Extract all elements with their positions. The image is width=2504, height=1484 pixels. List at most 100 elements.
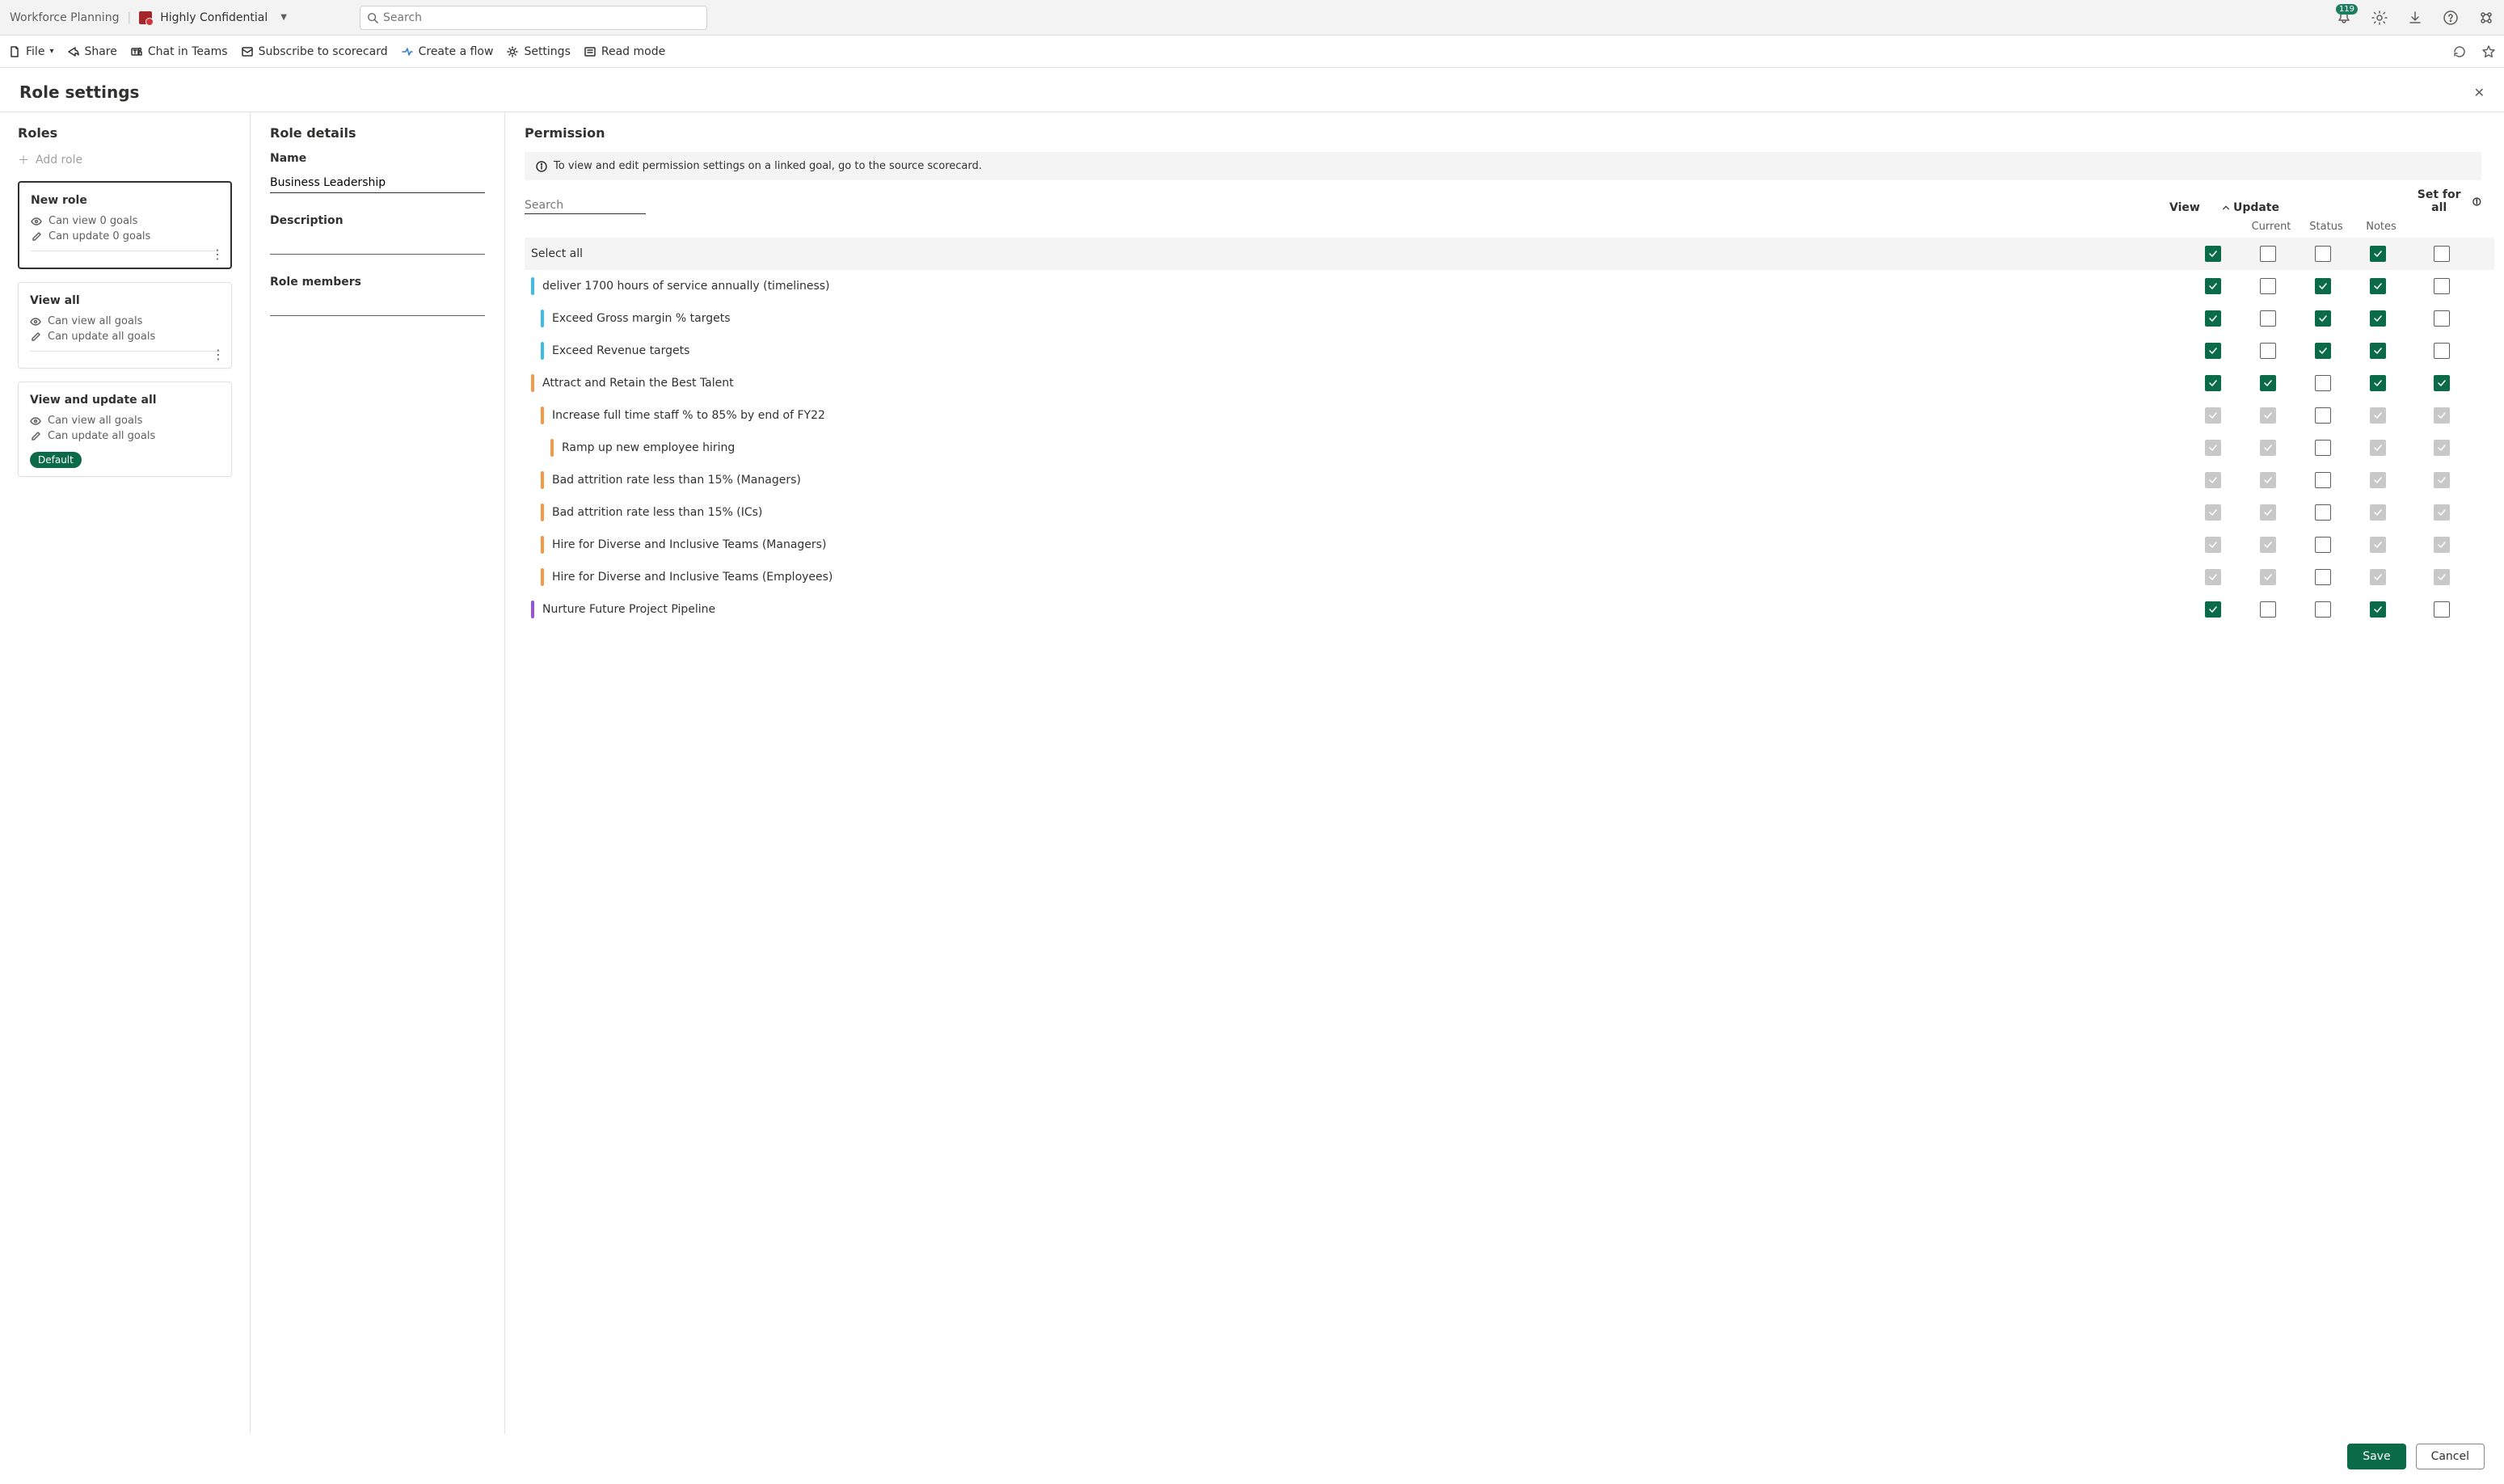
checkbox[interactable]: [2315, 246, 2331, 262]
checkbox[interactable]: [2205, 601, 2221, 618]
chevron-down-icon: ▾: [49, 47, 53, 56]
role-card[interactable]: View all Can view all goals Can update a…: [18, 282, 232, 369]
star-icon[interactable]: [2481, 44, 2496, 59]
checkbox[interactable]: [2370, 343, 2386, 359]
col-setall-header[interactable]: Set for all: [2409, 188, 2481, 214]
more-icon[interactable]: ⋮: [212, 348, 225, 361]
chevron-down-icon[interactable]: ▼: [280, 13, 287, 22]
info-icon: [536, 161, 547, 172]
role-card[interactable]: New role Can view 0 goals Can update 0 g…: [18, 181, 232, 269]
subscribe-button[interactable]: Subscribe to scorecard: [241, 45, 388, 58]
read-mode-button[interactable]: Read mode: [584, 45, 665, 58]
more-icon[interactable]: ⋮: [211, 248, 224, 261]
cancel-button[interactable]: Cancel: [2416, 1444, 2485, 1469]
name-label: Name: [270, 152, 485, 165]
notifications-icon[interactable]: 119: [2336, 10, 2352, 26]
checkbox[interactable]: [2205, 278, 2221, 294]
goal-list[interactable]: Select all deliver 1700 hours of service…: [525, 238, 2501, 1434]
checkbox[interactable]: [2315, 569, 2331, 585]
checkbox[interactable]: [2260, 375, 2276, 391]
role-members-input[interactable]: [270, 298, 485, 316]
checkbox-disabled: [2434, 472, 2450, 488]
checkbox-disabled: [2370, 504, 2386, 521]
checkbox[interactable]: [2434, 278, 2450, 294]
checkbox[interactable]: [2315, 504, 2331, 521]
classification-label[interactable]: Highly Confidential: [160, 11, 268, 24]
goal-text: Bad attrition rate less than 15% (Manage…: [552, 474, 2186, 487]
checkbox[interactable]: [2260, 278, 2276, 294]
checkbox[interactable]: [2315, 537, 2331, 553]
checkbox[interactable]: [2370, 310, 2386, 327]
panel-body: Roles ＋ Add role New role Can view 0 goa…: [0, 112, 2504, 1434]
checkbox[interactable]: [2260, 310, 2276, 327]
goal-row: Exceed Revenue targets: [525, 335, 2494, 367]
info-icon: [2472, 197, 2481, 206]
col-update-header[interactable]: Update: [2222, 201, 2279, 214]
help-icon[interactable]: [2443, 10, 2459, 26]
checkbox[interactable]: [2260, 246, 2276, 262]
col-view-header[interactable]: View: [2157, 201, 2212, 214]
settings-button[interactable]: Settings: [506, 45, 570, 58]
app-name: Workforce Planning: [10, 11, 119, 24]
checkbox[interactable]: [2205, 246, 2221, 262]
checkbox-disabled: [2434, 537, 2450, 553]
role-card-name: View all: [30, 294, 220, 307]
checkbox[interactable]: [2315, 375, 2331, 391]
checkbox[interactable]: [2315, 472, 2331, 488]
checkbox-disabled: [2205, 537, 2221, 553]
share-icon: [66, 45, 79, 58]
checkbox-disabled: [2370, 407, 2386, 424]
add-role-label: Add role: [36, 154, 82, 167]
checkbox[interactable]: [2370, 278, 2386, 294]
create-flow-button[interactable]: Create a flow: [401, 45, 494, 58]
checkbox[interactable]: [2434, 310, 2450, 327]
download-icon[interactable]: [2407, 10, 2423, 26]
search-input[interactable]: [383, 11, 700, 24]
search-box[interactable]: [360, 6, 707, 30]
chat-teams-button[interactable]: Chat in Teams: [130, 45, 228, 58]
checkbox[interactable]: [2370, 246, 2386, 262]
checkbox[interactable]: [2260, 343, 2276, 359]
permission-info-bar: To view and edit permission settings on …: [525, 152, 2481, 180]
goal-row: Increase full time staff % to 85% by end…: [525, 399, 2494, 432]
goal-text: Hire for Diverse and Inclusive Teams (Em…: [552, 571, 2186, 584]
plus-icon: ＋: [18, 152, 29, 168]
checkbox[interactable]: [2205, 375, 2221, 391]
checkbox[interactable]: [2370, 375, 2386, 391]
permission-search-input[interactable]: [525, 197, 646, 213]
checkbox[interactable]: [2434, 601, 2450, 618]
add-role-button[interactable]: ＋ Add role: [18, 152, 232, 168]
role-update-line: Can update all goals: [30, 331, 220, 343]
checkbox[interactable]: [2370, 601, 2386, 618]
goal-row: Attract and Retain the Best Talent: [525, 367, 2494, 399]
goal-color-bar: [531, 277, 534, 295]
checkbox[interactable]: [2315, 601, 2331, 618]
checkbox[interactable]: [2315, 278, 2331, 294]
checkbox[interactable]: [2434, 246, 2450, 262]
checkbox[interactable]: [2434, 343, 2450, 359]
role-view-line: Can view all goals: [30, 315, 220, 327]
checkbox[interactable]: [2315, 310, 2331, 327]
share-button[interactable]: Share: [66, 45, 116, 58]
close-button[interactable]: ✕: [2474, 85, 2485, 100]
checkbox[interactable]: [2205, 343, 2221, 359]
apps-icon[interactable]: [2478, 10, 2494, 26]
refresh-icon[interactable]: [2452, 44, 2467, 59]
role-card[interactable]: View and update all Can view all goals C…: [18, 382, 232, 477]
description-input[interactable]: [270, 237, 485, 255]
save-button[interactable]: Save: [2347, 1444, 2405, 1469]
checkbox[interactable]: [2260, 601, 2276, 618]
gear-icon[interactable]: [2371, 10, 2388, 26]
checkbox[interactable]: [2315, 407, 2331, 424]
description-label: Description: [270, 214, 485, 227]
file-menu[interactable]: File ▾: [8, 45, 53, 58]
checkbox[interactable]: [2315, 343, 2331, 359]
name-input[interactable]: [270, 175, 485, 191]
command-bar: File ▾ Share Chat in Teams Subscribe to …: [0, 36, 2504, 68]
checkbox-disabled: [2205, 569, 2221, 585]
checkbox-disabled: [2260, 407, 2276, 424]
checkbox-disabled: [2260, 569, 2276, 585]
checkbox[interactable]: [2434, 375, 2450, 391]
checkbox[interactable]: [2205, 310, 2221, 327]
checkbox[interactable]: [2315, 440, 2331, 456]
